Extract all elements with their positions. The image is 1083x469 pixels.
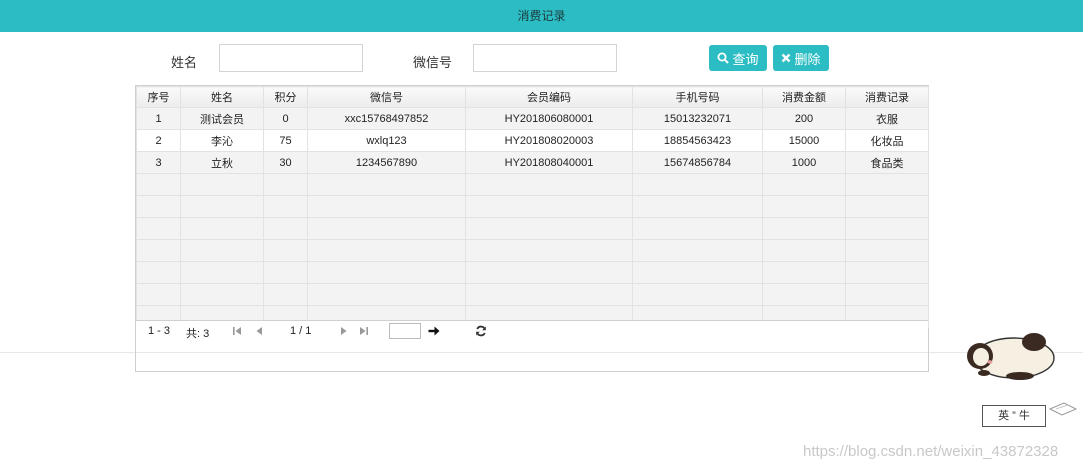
empty-row xyxy=(136,217,929,240)
delete-button[interactable]: 删除 xyxy=(773,45,829,71)
goto-page-input[interactable] xyxy=(389,323,421,339)
first-page-icon[interactable] xyxy=(232,326,242,339)
table-header-row: 序号 姓名 积分 微信号 会员编码 手机号码 消费金额 消费记录 xyxy=(136,86,929,108)
cell-points: 75 xyxy=(263,129,308,152)
paper-icon xyxy=(1048,402,1078,416)
watermark: https://blog.csdn.net/weixin_43872328 xyxy=(803,443,1059,460)
delete-button-label: 删除 xyxy=(794,51,821,67)
main-content: 姓名 微信号 查询 删除 序号 姓名 积分 微信号 会员编码 手机号码 消费金额… xyxy=(0,32,1083,372)
cell-name: 李沁 xyxy=(180,129,264,152)
cell-index: 3 xyxy=(136,151,181,174)
column-header[interactable]: 消费记录 xyxy=(845,86,929,108)
column-header[interactable]: 序号 xyxy=(136,86,181,108)
empty-row xyxy=(136,261,929,284)
page-header: 消费记录 xyxy=(0,0,1083,32)
pagination-bar: 1 - 3 共: 3 1 / 1 xyxy=(136,320,928,341)
pager-page: 1 / 1 xyxy=(290,325,312,337)
wechat-input[interactable] xyxy=(473,44,617,72)
cell-amount: 15000 xyxy=(762,129,846,152)
empty-row xyxy=(136,239,929,262)
records-table: 序号 姓名 积分 微信号 会员编码 手机号码 消费金额 消费记录 1 测试会员 … xyxy=(136,86,929,328)
page-title: 消费记录 xyxy=(517,9,566,23)
cell-amount: 200 xyxy=(762,107,846,130)
cell-wechat: wxlq123 xyxy=(307,129,466,152)
cell-index: 1 xyxy=(136,107,181,130)
column-header[interactable]: 姓名 xyxy=(180,86,264,108)
cell-member-code: HY201806080001 xyxy=(465,107,633,130)
close-icon xyxy=(782,53,791,63)
query-button[interactable]: 查询 xyxy=(709,45,767,71)
column-header[interactable]: 消费金额 xyxy=(762,86,846,108)
empty-row xyxy=(136,283,929,306)
cell-points: 0 xyxy=(263,107,308,130)
column-header[interactable]: 积分 xyxy=(263,86,308,108)
cell-member-code: HY201808040001 xyxy=(465,151,633,174)
cell-points: 30 xyxy=(263,151,308,174)
cell-record: 化妆品 xyxy=(845,129,929,152)
cell-record: 食品类 xyxy=(845,151,929,174)
cell-phone: 15013232071 xyxy=(632,107,763,130)
panda-mascot-image xyxy=(967,333,1055,380)
cell-record: 衣服 xyxy=(845,107,929,130)
pager-range: 1 - 3 xyxy=(148,325,171,337)
search-icon xyxy=(717,52,730,64)
next-page-icon[interactable] xyxy=(339,326,349,339)
pager-total: 共: 3 xyxy=(186,328,210,340)
cell-phone: 15674856784 xyxy=(632,151,763,174)
name-label: 姓名 xyxy=(171,55,198,70)
cell-name: 立秋 xyxy=(180,151,264,174)
cell-wechat: 1234567890 xyxy=(307,151,466,174)
column-header[interactable]: 手机号码 xyxy=(632,86,763,108)
empty-row xyxy=(136,173,929,196)
prev-page-icon[interactable] xyxy=(254,326,264,339)
query-button-label: 查询 xyxy=(732,51,759,67)
cell-phone: 18854563423 xyxy=(632,129,763,152)
last-page-icon[interactable] xyxy=(359,326,369,339)
name-input[interactable] xyxy=(219,44,363,72)
column-header[interactable]: 微信号 xyxy=(307,86,466,108)
refresh-icon[interactable] xyxy=(475,325,487,340)
table-row[interactable]: 3 立秋 30 1234567890 HY201808040001 156748… xyxy=(136,151,929,174)
cell-wechat: xxc15768497852 xyxy=(307,107,466,130)
arrow-right-icon[interactable] xyxy=(428,326,440,339)
table-row[interactable]: 1 测试会员 0 xxc15768497852 HY201806080001 1… xyxy=(136,107,929,130)
cell-amount: 1000 xyxy=(762,151,846,174)
column-header[interactable]: 会员编码 xyxy=(465,86,633,108)
table-row[interactable]: 2 李沁 75 wxlq123 HY201808020003 188545634… xyxy=(136,129,929,152)
wechat-label: 微信号 xyxy=(413,55,453,70)
empty-row xyxy=(136,195,929,218)
cell-name: 测试会员 xyxy=(180,107,264,130)
cell-index: 2 xyxy=(136,129,181,152)
brand-stamp: 英 ” 牛 xyxy=(982,405,1046,427)
cell-member-code: HY201808020003 xyxy=(465,129,633,152)
records-grid: 序号 姓名 积分 微信号 会员编码 手机号码 消费金额 消费记录 1 测试会员 … xyxy=(135,85,929,372)
